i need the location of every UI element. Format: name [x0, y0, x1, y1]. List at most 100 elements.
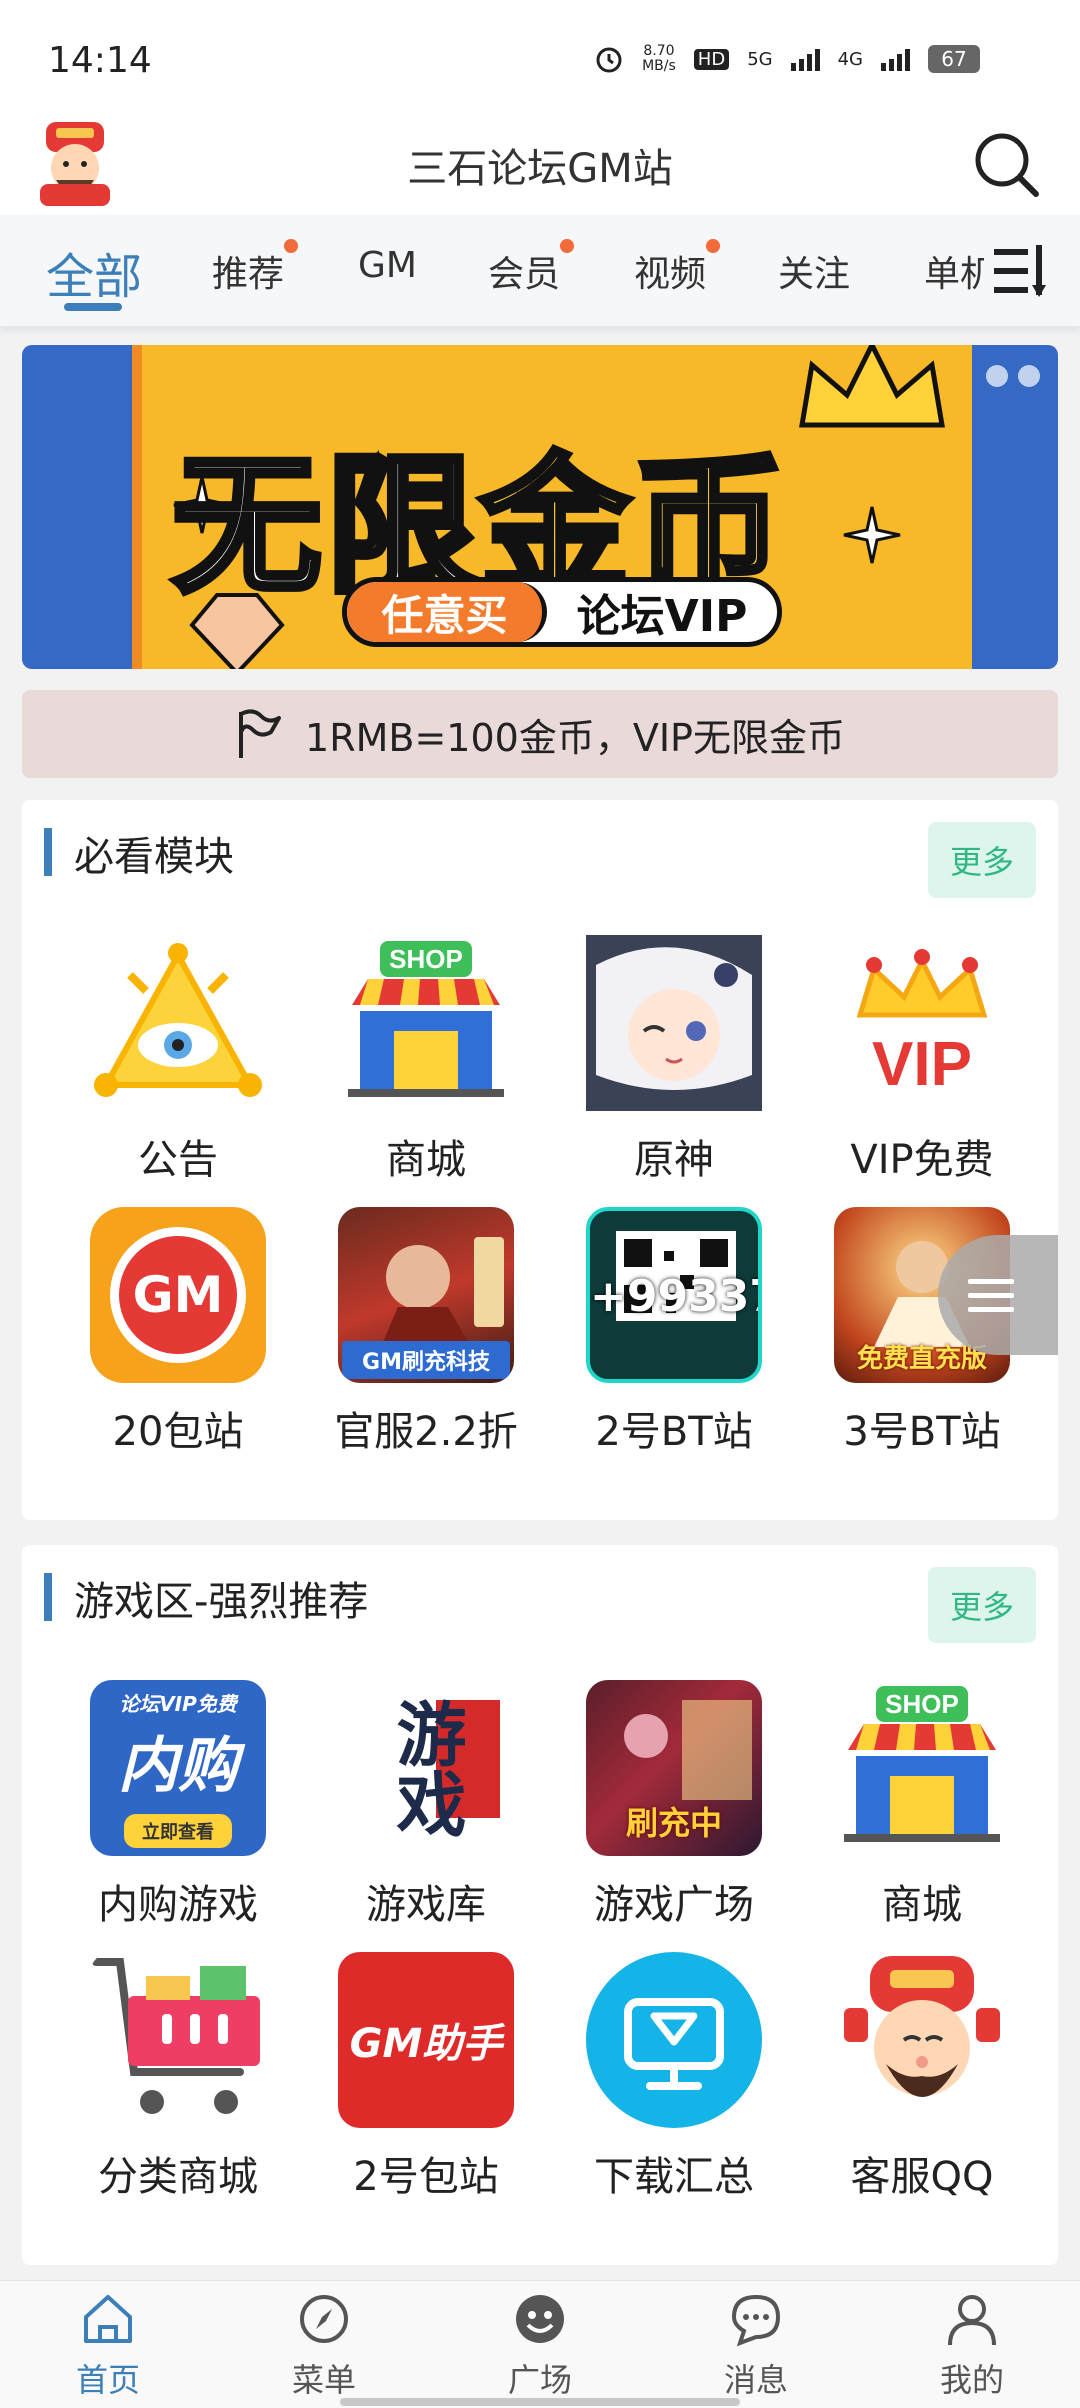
- grid-item-label: 2号BT站: [595, 1409, 753, 1455]
- grid-item-pack-2[interactable]: GM助手 2号包站: [316, 1952, 536, 2202]
- grid-item-label: 分类商城: [98, 2154, 258, 2200]
- banner-pill-right: 论坛VIP: [576, 591, 748, 642]
- banner-pager: [986, 365, 1040, 387]
- grid-item-shop[interactable]: SHOP 商城: [316, 935, 536, 1185]
- tab-member[interactable]: 会员: [488, 239, 575, 297]
- nav-profile[interactable]: 我的: [912, 2291, 1032, 2401]
- tab-video[interactable]: 视频: [634, 239, 721, 297]
- grid-item-download-hub[interactable]: 下载汇总: [564, 1952, 784, 2202]
- svg-text:VIP: VIP: [872, 1030, 972, 1099]
- grid-item-support-qq[interactable]: 客服QQ: [812, 1952, 1032, 2202]
- grid-item-label: 商城: [386, 1137, 466, 1183]
- crown-icon: [799, 345, 945, 428]
- sim2-label: 4G: [837, 48, 863, 70]
- cover-caption: +99337: [590, 1271, 762, 1322]
- grid-item-category-shop[interactable]: 分类商城: [68, 1952, 288, 2202]
- shop-icon: SHOP: [338, 935, 514, 1111]
- promo-banner[interactable]: 无限金币 任意买 论坛VIP: [22, 345, 1058, 669]
- sparkle-icon: [843, 506, 901, 564]
- nav-plaza[interactable]: 广场: [480, 2291, 600, 2401]
- tab-label: GM: [358, 245, 417, 286]
- section-game-zone: 游戏区-强烈推荐 更多 论坛VIP免费 内购 立即查看 内购游戏 游戏 游戏库 …: [22, 1545, 1058, 2265]
- section-title: 游戏区-强烈推荐: [74, 1579, 369, 1625]
- app-header: 三石论坛GM站: [0, 110, 1080, 215]
- category-tabs: 全部 推荐 GM 会员 视频 关注 单机: [0, 215, 1080, 327]
- floating-menu-button[interactable]: [938, 1235, 1058, 1355]
- grid-item-20-pack[interactable]: GM 20包站: [68, 1207, 288, 1457]
- tab-label: 会员: [488, 254, 561, 295]
- tab-label: 视频: [634, 254, 707, 295]
- grid-item-vip-free[interactable]: VIP VIP免费: [812, 935, 1032, 1185]
- status-bar: 14:14 8.70 MB/s HD 5G 4G 67: [0, 0, 1080, 110]
- page-title: 三石论坛GM站: [407, 146, 673, 192]
- svg-text:SHOP: SHOP: [885, 1689, 959, 1719]
- list-menu-icon: [994, 245, 1046, 297]
- svg-text:SHOP: SHOP: [389, 944, 463, 974]
- grid-item-label: 原神: [634, 1137, 714, 1183]
- inapp-purchase-icon: 论坛VIP免费 内购 立即查看: [90, 1680, 266, 1856]
- grid-item-game-plaza[interactable]: 刷充中 游戏广场: [564, 1680, 784, 1930]
- game-cover-icon: GM刷充科技: [338, 1207, 514, 1383]
- nav-messages[interactable]: 消息: [696, 2291, 816, 2401]
- icon-bottom-text: 立即查看: [124, 1814, 232, 1848]
- search-button[interactable]: [970, 128, 1042, 200]
- signal-bars-1-icon: [790, 47, 820, 71]
- more-button[interactable]: 更多: [928, 822, 1036, 898]
- grid-item-label: 20包站: [112, 1409, 244, 1455]
- grid-item-game-library[interactable]: 游戏 游戏库: [316, 1680, 536, 1930]
- net-speed-unit: MB/s: [642, 58, 676, 74]
- notice-text: 1RMB=100金币，VIP无限金币: [305, 715, 845, 760]
- user-icon: [948, 2295, 996, 2346]
- calligraphy-icon: 游戏: [338, 1680, 514, 1856]
- nav-label: 我的: [939, 2361, 1004, 2399]
- section-header: 必看模块 更多: [22, 800, 1058, 910]
- sim1-label: 5G: [747, 48, 773, 70]
- more-button[interactable]: 更多: [928, 1567, 1036, 1643]
- grid-item-bt-2[interactable]: +99337 2号BT站: [564, 1207, 784, 1457]
- tab-label: 关注: [778, 254, 851, 295]
- section-header: 游戏区-强烈推荐 更多: [22, 1545, 1058, 1655]
- shop-icon: SHOP: [834, 1680, 1010, 1856]
- grid-item-label: 游戏库: [366, 1882, 486, 1928]
- tab-single[interactable]: 单机: [924, 245, 984, 297]
- gm-badge-icon: GM: [90, 1207, 266, 1383]
- home-indicator[interactable]: [340, 2398, 740, 2406]
- grid-item-label: 2号包站: [353, 2154, 499, 2200]
- section-accent-bar: [44, 1573, 52, 1621]
- grid-item-label: 内购游戏: [98, 1882, 258, 1928]
- grid-item-inapp-games[interactable]: 论坛VIP免费 内购 立即查看 内购游戏: [68, 1680, 288, 1930]
- tab-recommend[interactable]: 推荐: [212, 239, 299, 297]
- gm-assistant-icon: GM助手: [338, 1952, 514, 2128]
- grid-item-label: 游戏广场: [594, 1882, 754, 1928]
- alarm-icon: [596, 47, 622, 73]
- status-icons: 8.70 MB/s HD 5G 4G 67: [594, 44, 980, 74]
- home-icon: [84, 2295, 132, 2343]
- bottom-navigation: 首页 菜单 广场 消息 我的: [0, 2280, 1080, 2408]
- banner-pill-left: 任意买: [347, 582, 547, 642]
- tab-follow[interactable]: 关注: [778, 245, 850, 297]
- qr-pay-icon: +99337: [586, 1207, 762, 1383]
- search-icon: [975, 133, 1039, 197]
- grid-item-genshin[interactable]: 原神: [564, 935, 784, 1185]
- tab-all[interactable]: 全部: [46, 237, 142, 307]
- grid-item-official-discount[interactable]: GM刷充科技 官服2.2折: [316, 1207, 536, 1457]
- download-hub-icon: [586, 1952, 762, 2128]
- net-speed-value: 8.70: [643, 43, 675, 59]
- nav-label: 消息: [723, 2361, 788, 2399]
- grid-item-announcement[interactable]: 公告: [68, 935, 288, 1185]
- calligraphy-text: 游戏: [385, 1698, 468, 1838]
- nav-home[interactable]: 首页: [48, 2291, 168, 2401]
- tab-gm[interactable]: GM: [358, 245, 417, 286]
- status-time: 14:14: [48, 40, 152, 81]
- menu-lines-icon: [968, 1279, 1014, 1312]
- grid-item-label: 客服QQ: [850, 2154, 994, 2200]
- nav-menu[interactable]: 菜单: [264, 2291, 384, 2401]
- grid-item-label: 下载汇总: [594, 2154, 754, 2200]
- gm-badge-circle: GM: [110, 1227, 246, 1363]
- net-speed: 8.70 MB/s: [642, 44, 676, 74]
- nav-label: 广场: [507, 2361, 572, 2399]
- active-tab-indicator: [64, 303, 122, 311]
- tab-menu-button[interactable]: [992, 243, 1052, 299]
- grid-item-shop-2[interactable]: SHOP 商城: [812, 1680, 1032, 1930]
- notice-bar[interactable]: 1RMB=100金币，VIP无限金币: [22, 690, 1058, 778]
